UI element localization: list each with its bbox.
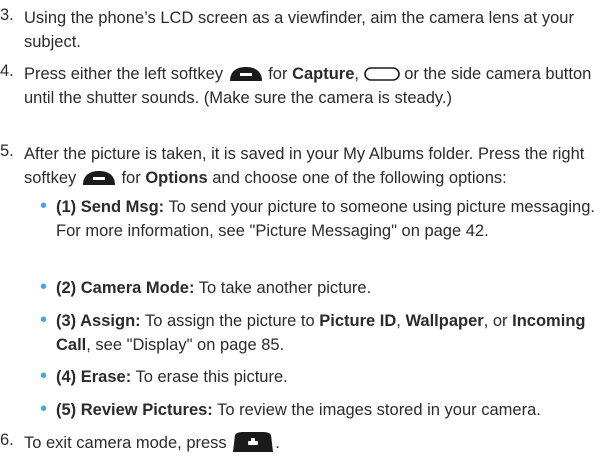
left-softkey-icon (228, 66, 264, 82)
step-number: 3. (0, 6, 14, 24)
step-text-part: . (275, 434, 280, 452)
option-text: To assign the picture to (144, 312, 315, 330)
option-text: To erase this picture. (135, 368, 288, 386)
bullet-icon: • (40, 365, 48, 387)
side-camera-button-icon (363, 64, 400, 81)
option-label: (4) Erase: (56, 368, 132, 386)
option-label: (3) Assign: (56, 312, 141, 330)
step-number: 5. (0, 142, 14, 160)
option-item-send-msg: • (1) Send Msg: To send your picture to … (40, 195, 598, 243)
step-text: To exit camera mode, press . (24, 431, 598, 455)
step-text-part: for (268, 65, 288, 83)
option-text: To take another picture. (198, 279, 372, 297)
end-key-icon (231, 431, 275, 453)
option-text: To review the images stored in your came… (217, 401, 541, 419)
step-text-part: To exit camera mode, press (24, 434, 227, 452)
bullet-icon: • (40, 195, 48, 217)
document-page: 3. Using the phone’s LCD screen as a vie… (0, 0, 604, 461)
step-text-part: and choose one of the following options: (212, 169, 507, 187)
picture-id-label: Picture ID (319, 312, 397, 330)
step-text: Using the phone’s LCD screen as a viewfi… (24, 9, 574, 51)
capture-label: Capture (292, 65, 355, 83)
options-label: Options (145, 169, 208, 187)
step-text-part: Press either the left softkey (24, 65, 224, 83)
step-text: Press either the left softkey for Captur… (24, 62, 598, 110)
option-item-review-pictures: • (5) Review Pictures: To review the ima… (40, 398, 598, 422)
step-text: After the picture is taken, it is saved … (24, 142, 598, 190)
bullet-icon: • (40, 309, 48, 331)
option-label: (2) Camera Mode: (56, 279, 195, 297)
wallpaper-label: Wallpaper (405, 312, 484, 330)
option-text: , (396, 312, 401, 330)
step-number: 6. (0, 431, 14, 449)
option-label: (5) Review Pictures: (56, 401, 213, 419)
step-text-part: , (354, 65, 359, 83)
bullet-icon: • (40, 276, 48, 298)
option-text: , or (483, 312, 508, 330)
option-text: , see "Display" on page 85. (86, 336, 285, 354)
option-item-camera-mode: • (2) Camera Mode: To take another pictu… (40, 276, 598, 300)
bullet-icon: • (40, 398, 48, 420)
option-item-assign: • (3) Assign: To assign the picture to P… (40, 309, 598, 357)
step-number: 4. (0, 62, 14, 80)
step-text-part: for (121, 169, 141, 187)
option-item-erase: • (4) Erase: To erase this picture. (40, 365, 598, 389)
right-softkey-icon (81, 170, 117, 186)
option-label: (1) Send Msg: (56, 198, 165, 216)
